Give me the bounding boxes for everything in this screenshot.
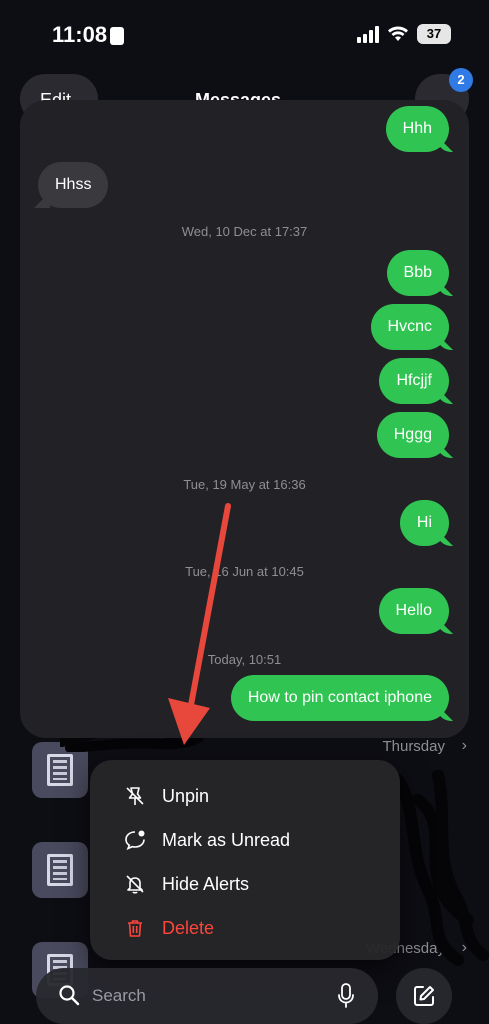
conversation-preview: Hhh Hhss Wed, 10 Dec at 17:37 Bbb Hvcnc … [20,100,469,738]
context-menu: Unpin Mark as Unread Hide Alerts Delete [90,760,400,960]
search-bar [36,968,378,1024]
chevron-right-icon: › [461,737,467,754]
avatar [32,842,88,898]
building-icon [47,754,73,786]
received-message-bubble: Hhss [38,162,109,208]
bell-slash-icon [126,875,144,894]
menu-item-mark-unread[interactable]: Mark as Unread [90,818,400,862]
sent-message-bubble: How to pin contact iphone [230,675,449,721]
message-timestamp: Wed, 10 Dec at 17:37 [181,224,308,239]
cellular-signal-icon [357,25,379,43]
compose-button[interactable] [396,968,452,1024]
microphone-icon[interactable] [338,983,354,1009]
wifi-icon [388,26,408,41]
message-timestamp: Today, 10:51 [207,652,282,667]
compose-icon [414,986,434,1006]
menu-label-delete: Delete [162,917,215,938]
status-time: 11:08 [52,22,108,47]
sent-message-bubble: Hggg [376,412,449,458]
menu-item-unpin[interactable]: Unpin [90,774,400,818]
sent-message-bubble: Hello [378,588,449,634]
message-timestamp: Tue, 19 May at 16:36 [183,477,306,492]
status-indicators: 37 [357,24,451,44]
annotation-arrow [168,503,231,745]
message-timestamp: Tue, 16 Jun at 10:45 [185,564,304,579]
unpin-icon [126,787,144,805]
menu-label-hide-alerts: Hide Alerts [162,873,250,894]
battery-indicator: 37 [417,24,451,44]
menu-label-mark-unread: Mark as Unread [162,829,291,850]
status-bar: 11:08 37 [0,0,489,70]
contact-card-icon [110,27,124,45]
menu-item-hide-alerts[interactable]: Hide Alerts [90,862,400,906]
filter-badge: 2 [449,68,473,92]
sent-message-bubble: Bbb [386,250,449,296]
sent-message-bubble: Hi [399,500,449,546]
trash-icon [128,920,142,937]
search-icon [59,985,80,1006]
menu-label-unpin: Unpin [162,785,210,806]
menu-item-delete[interactable]: Delete [90,906,400,950]
redaction-scribble [392,770,489,966]
sent-message-bubble: Hhh [385,106,449,152]
sent-message-bubble: Hvcnc [370,304,449,350]
building-icon [47,854,73,886]
search-input[interactable] [92,980,322,1012]
conversation-date: Thursday [382,738,445,755]
unread-bubble-icon [125,830,145,851]
sent-message-bubble: Hfcjjf [379,358,449,404]
